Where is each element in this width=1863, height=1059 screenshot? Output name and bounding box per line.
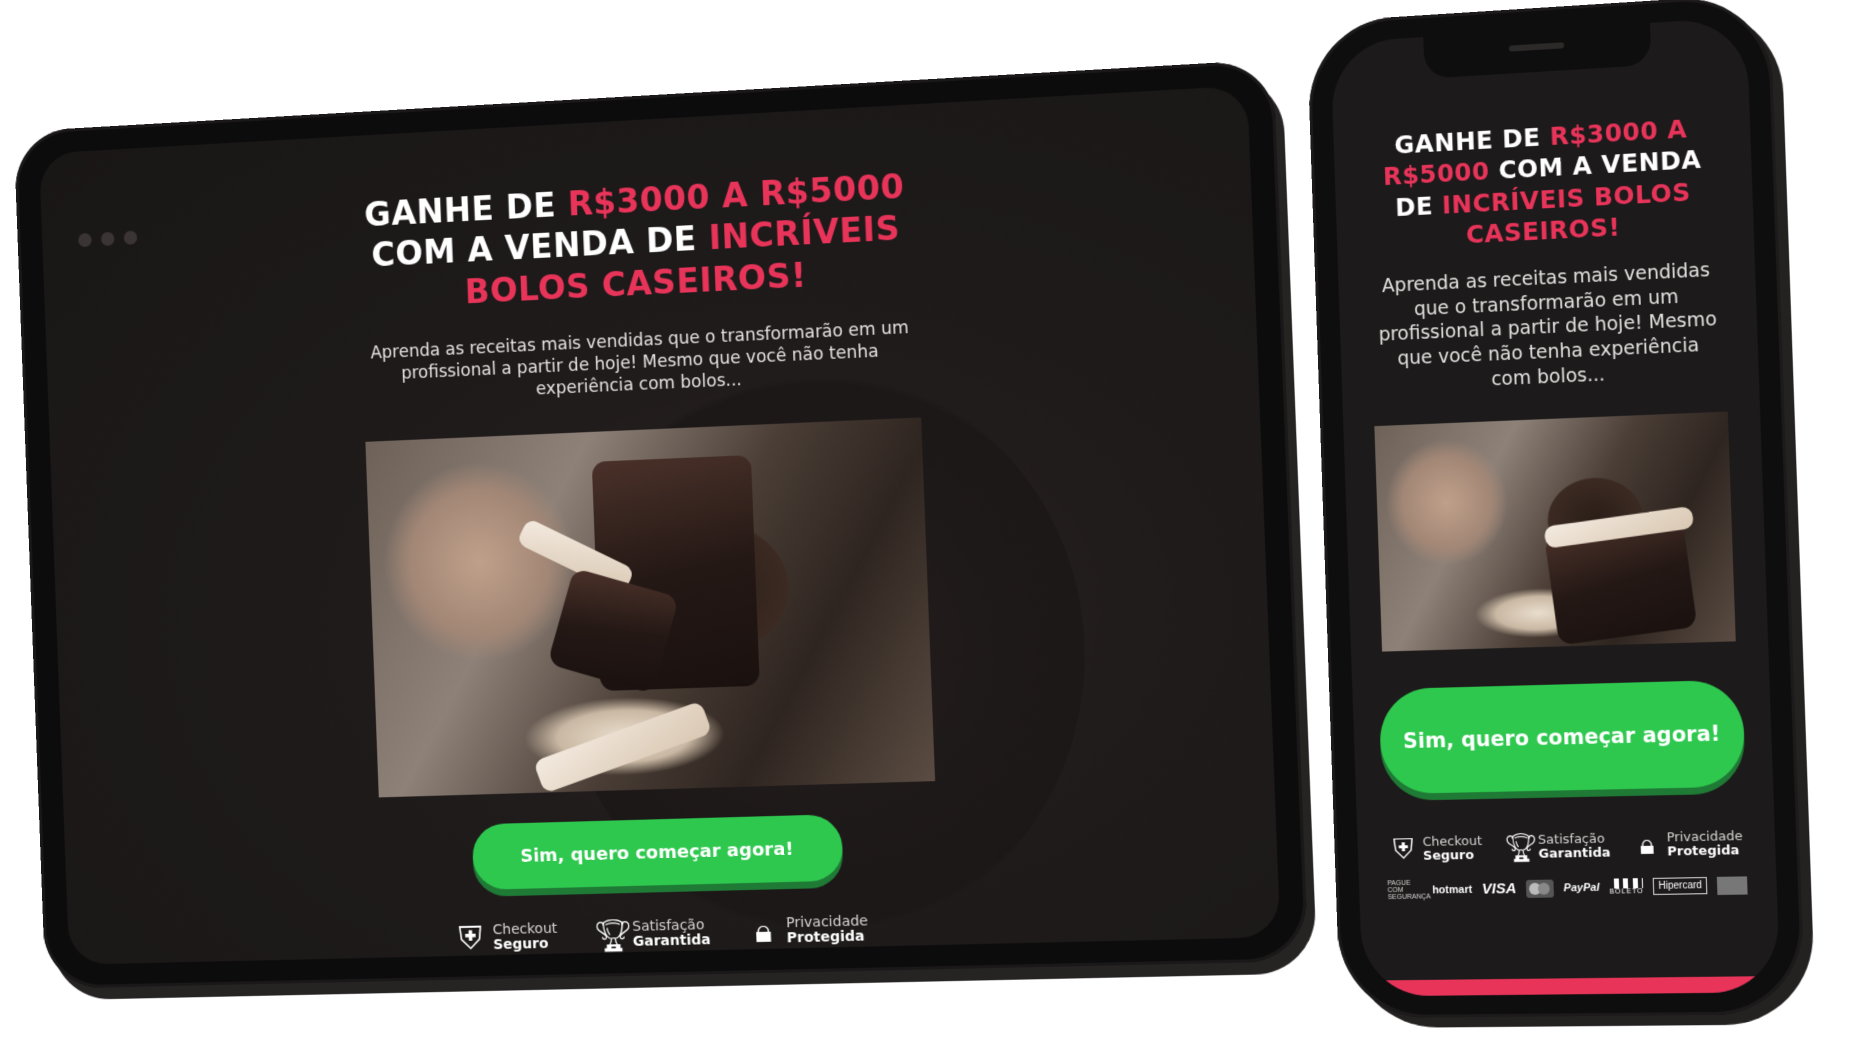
badge-label: Protegida	[1667, 843, 1740, 860]
cta-button[interactable]: Sim, quero começar agora!	[1378, 679, 1746, 795]
lock-icon: 🔒︎	[754, 912, 773, 950]
landing-content-mobile: GANHE DE R$3000 A R$5000 COM A VENDA DE …	[1333, 110, 1777, 902]
tablet-mockup: GANHE DE R$3000 A R$5000 COM A VENDA DE …	[13, 58, 1342, 1038]
cake-crumbs-image	[533, 700, 713, 794]
badge-label: Seguro	[1422, 847, 1475, 864]
card-logo	[1716, 876, 1748, 895]
boleto-logo: BOLETO	[1609, 878, 1644, 897]
hotmart-logo: hotmart	[1431, 883, 1473, 897]
badge-label: Garantida	[632, 932, 711, 950]
phone-mockup: GANHE DE R$3000 A R$5000 COM A VENDA DE …	[1306, 0, 1847, 1056]
tablet-screen: GANHE DE R$3000 A R$5000 COM A VENDA DE …	[39, 85, 1281, 965]
tablet-frame: GANHE DE R$3000 A R$5000 COM A VENDA DE …	[13, 59, 1309, 989]
trophy-icon: 🏆︎	[1503, 832, 1540, 864]
pay-safe-label: PAGUE COM SEGURANÇA	[1387, 880, 1431, 902]
lock-icon: 🔒︎	[1639, 829, 1656, 861]
trust-badges: ⛨ Checkout Seguro 🏆︎ Satisfação Garantida …	[68, 900, 1280, 964]
speaker-grille	[1508, 42, 1565, 52]
badge-checkout: ⛨ Checkout Seguro	[453, 918, 558, 958]
badge-privacy: 🔒︎ Privacidade Protegida	[1632, 827, 1744, 862]
badge-checkout: ⛨ Checkout Seguro	[1388, 832, 1483, 866]
trust-badges: ⛨ Checkout Seguro 🏆︎ Satisfação Garantida …	[1357, 827, 1775, 868]
shield-check-icon: ⛨	[1392, 833, 1415, 865]
phone-frame: GANHE DE R$3000 A R$5000 COM A VENDA DE …	[1306, 0, 1806, 1019]
paypal-logo: PayPal	[1563, 881, 1600, 895]
shield-check-icon: ⛨	[458, 919, 483, 956]
window-dot	[78, 232, 92, 248]
window-dot	[100, 231, 115, 247]
badge-label: Protegida	[786, 928, 865, 947]
badge-label: Garantida	[1538, 845, 1611, 862]
badge-satisfaction: 🏆︎ Satisfação Garantida	[1503, 830, 1610, 865]
cta-button[interactable]: Sim, quero começar agora!	[471, 814, 844, 891]
hipercard-logo: Hipercard	[1653, 877, 1708, 896]
card-logo	[848, 961, 880, 965]
mastercard-logo	[1525, 879, 1555, 898]
badge-satisfaction: 🏆︎ Satisfação Garantida	[592, 914, 711, 955]
page-title: GANHE DE R$3000 A R$5000 COM A VENDA DE …	[1373, 112, 1713, 255]
window-dot	[123, 230, 138, 245]
cake-photo	[365, 417, 936, 798]
subtitle: Aprenda as receitas mais vendidas que o …	[1378, 259, 1718, 391]
payment-methods: PAGUE COM SEGURANÇA hotmart VISA PayPal …	[1359, 874, 1777, 902]
page-title: GANHE DE R$3000 A R$5000 COM A VENDA DE …	[356, 165, 916, 317]
phone-notch	[1423, 22, 1652, 79]
badge-privacy: 🔒︎ Privacidade Protegida	[746, 910, 869, 951]
headline-highlight: INCRÍVEIS BOLOS CASEIROS!	[1441, 176, 1692, 249]
trophy-icon: 🏆︎	[592, 916, 634, 954]
visa-logo: VISA	[1481, 880, 1517, 899]
subtitle: Aprenda as receitas mais vendidas que o …	[370, 317, 910, 400]
cake-photo	[1374, 411, 1736, 653]
landing-content: GANHE DE R$3000 A R$5000 COM A VENDA DE …	[41, 147, 1280, 965]
footer-accent-bar	[1362, 975, 1781, 997]
phone-screen: GANHE DE R$3000 A R$5000 COM A VENDA DE …	[1330, 16, 1781, 997]
hipercard-logo: Hipercard	[777, 963, 832, 965]
badge-label: Seguro	[493, 935, 549, 954]
